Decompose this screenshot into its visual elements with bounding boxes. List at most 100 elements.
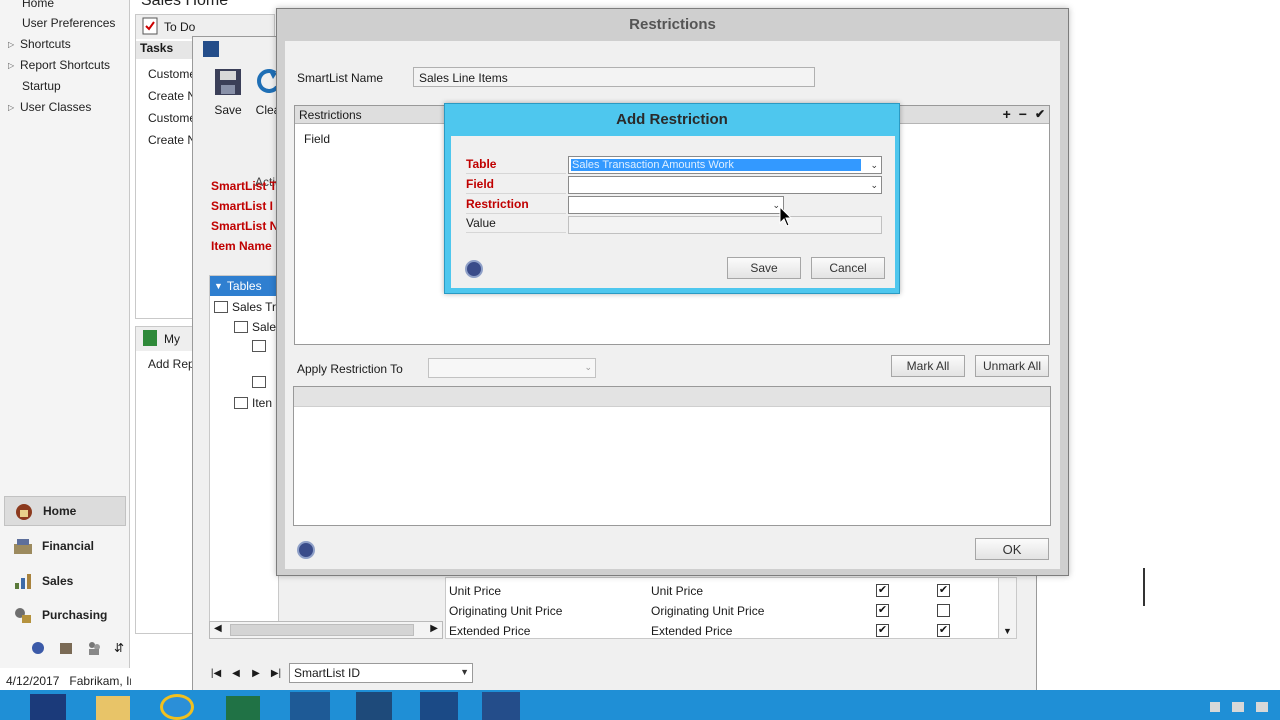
field-select[interactable]: ⌄ (568, 176, 882, 194)
scroll-down-icon[interactable]: ▼ (1003, 626, 1012, 636)
nav-section-financial[interactable]: Financial (4, 531, 126, 561)
collapse-icon[interactable]: ▼ (214, 281, 223, 291)
scroll-thumb[interactable] (230, 624, 414, 636)
checkbox-checked[interactable]: ✔ (876, 624, 889, 637)
mark-all-button[interactable]: Mark All (891, 355, 965, 377)
value-input[interactable] (568, 216, 882, 234)
restriction-select[interactable]: ⌄ (568, 196, 784, 214)
add-icon[interactable]: + (1003, 106, 1011, 122)
todo-link[interactable]: Custome (148, 111, 196, 125)
nav-item-home[interactable]: Home (22, 0, 54, 12)
tree-node-table[interactable] (252, 340, 266, 352)
page-title: Sales Home (141, 0, 229, 9)
smartlist-builder-icon[interactable] (482, 692, 520, 720)
dialog-body: Table Field Restriction Value Sales Tran… (451, 136, 895, 288)
apply-restriction-select[interactable]: ⌄ (428, 358, 596, 378)
restriction-label: Restriction (466, 194, 566, 214)
table-group-icon (234, 321, 248, 333)
nav-section-home[interactable]: Home (4, 496, 126, 526)
next-record-icon[interactable]: ▶ (249, 668, 263, 679)
powershell-icon[interactable] (30, 694, 66, 720)
help-icon[interactable] (465, 260, 483, 278)
nav-item-report-shortcuts[interactable]: ▷ Report Shortcuts (8, 56, 110, 74)
browse-by-select[interactable]: SmartList ID ▼ (289, 663, 473, 683)
tree-header[interactable]: ▼ Tables (210, 276, 278, 296)
tree-node-sales[interactable]: Sale (234, 320, 276, 334)
tree-node-item[interactable]: Iten (234, 396, 272, 410)
previous-record-icon[interactable]: ◀ (229, 668, 243, 679)
field-label: Field (466, 174, 566, 194)
builder-toolbar: Save Clea Actio (201, 67, 282, 189)
file-explorer-icon[interactable] (96, 696, 130, 720)
tab-tasks[interactable]: Tasks (136, 41, 196, 59)
todo-link[interactable]: Create N (148, 89, 196, 103)
nav-section-sales[interactable]: Sales (4, 566, 126, 596)
chevron-down-icon: ⌄ (870, 160, 878, 170)
expand-icon[interactable]: ▷ (8, 40, 20, 49)
save-button[interactable]: Save (727, 257, 801, 279)
remove-icon[interactable]: − (1019, 106, 1027, 122)
sync-icon[interactable] (290, 692, 330, 720)
scroll-left-icon[interactable]: ◀ (214, 623, 222, 634)
excel-icon[interactable] (226, 696, 260, 720)
dynamics-gp-icon[interactable] (420, 692, 458, 720)
vertical-scrollbar[interactable]: ▼ (998, 578, 1016, 638)
field-column-header: Field (304, 132, 331, 146)
add-report-link[interactable]: Add Rep (148, 357, 195, 371)
internet-explorer-icon[interactable] (160, 694, 194, 720)
users-icon[interactable] (86, 640, 102, 656)
ok-button[interactable]: OK (975, 538, 1049, 560)
nav-bottom-toolbar: ⇵ (30, 640, 130, 656)
tree-node-table[interactable] (252, 376, 266, 388)
checkbox-checked[interactable]: ✔ (876, 584, 889, 597)
horizontal-scrollbar[interactable]: ◀ ▶ (209, 621, 443, 639)
window-title: Restrictions (629, 16, 716, 33)
table-select[interactable]: Sales Transaction Amounts Work ⌄ (568, 156, 882, 174)
expand-icon[interactable]: ▷ (8, 103, 20, 112)
tree-node-sales-transaction[interactable]: Sales Tr (214, 300, 276, 314)
nav-section-purchasing[interactable]: Purchasing (4, 600, 126, 630)
tray-volume-icon[interactable] (1256, 702, 1268, 712)
checkbox-checked[interactable]: ✔ (876, 604, 889, 617)
configure-icon[interactable]: ⇵ (114, 640, 130, 656)
globe-icon[interactable] (30, 640, 46, 656)
edit-icon[interactable]: ✔ (1035, 106, 1045, 122)
unmark-all-button[interactable]: Unmark All (975, 355, 1049, 377)
checkbox-checked[interactable]: ✔ (937, 584, 950, 597)
todo-link[interactable]: Create N (148, 133, 196, 147)
first-record-icon[interactable]: |◀ (209, 668, 223, 679)
tray-flag-icon[interactable] (1210, 702, 1220, 712)
save-icon (213, 67, 243, 97)
help-icon[interactable] (297, 541, 315, 559)
add-restriction-dialog: Add Restriction Table Field Restriction … (444, 103, 900, 294)
last-record-icon[interactable]: ▶| (269, 668, 283, 679)
dialog-title: Add Restriction (616, 111, 728, 128)
table-row[interactable]: Extended Price Extended Price ✔ ✔ (446, 621, 998, 641)
sales-icon (10, 569, 36, 593)
checkbox-checked[interactable]: ✔ (937, 624, 950, 637)
smartlist-type-label: SmartList T (211, 179, 278, 193)
item-name-label: Item Name (211, 239, 272, 253)
expand-icon[interactable]: ▷ (8, 61, 20, 70)
save-button[interactable]: Save (209, 67, 247, 117)
record-navigation: |◀ ◀ ▶ ▶| SmartList ID ▼ (209, 663, 473, 683)
status-date: 4/12/2017 (6, 674, 60, 688)
apply-list-header (294, 387, 1050, 407)
todo-link[interactable]: Custome (148, 67, 196, 81)
scroll-right-icon[interactable]: ▶ (430, 623, 438, 634)
nav-item-user-classes[interactable]: ▷ User Classes (8, 98, 91, 116)
nav-item-startup[interactable]: Startup (22, 77, 61, 95)
table-row[interactable]: Originating Unit Price Originating Unit … (446, 601, 998, 621)
app-icon[interactable] (356, 692, 392, 720)
checkbox-unchecked[interactable] (937, 604, 950, 617)
table-select-value: Sales Transaction Amounts Work (571, 159, 861, 171)
nav-item-user-preferences[interactable]: User Preferences (22, 14, 115, 32)
todo-icon (142, 17, 158, 38)
box-icon[interactable] (58, 640, 74, 656)
value-label: Value (466, 213, 566, 233)
chevron-down-icon: ⌄ (584, 362, 592, 372)
cancel-button[interactable]: Cancel (811, 257, 885, 279)
table-row[interactable]: Unit Price Unit Price ✔ ✔ (446, 581, 998, 601)
tray-network-icon[interactable] (1232, 702, 1244, 712)
nav-item-shortcuts[interactable]: ▷ Shortcuts (8, 35, 71, 53)
